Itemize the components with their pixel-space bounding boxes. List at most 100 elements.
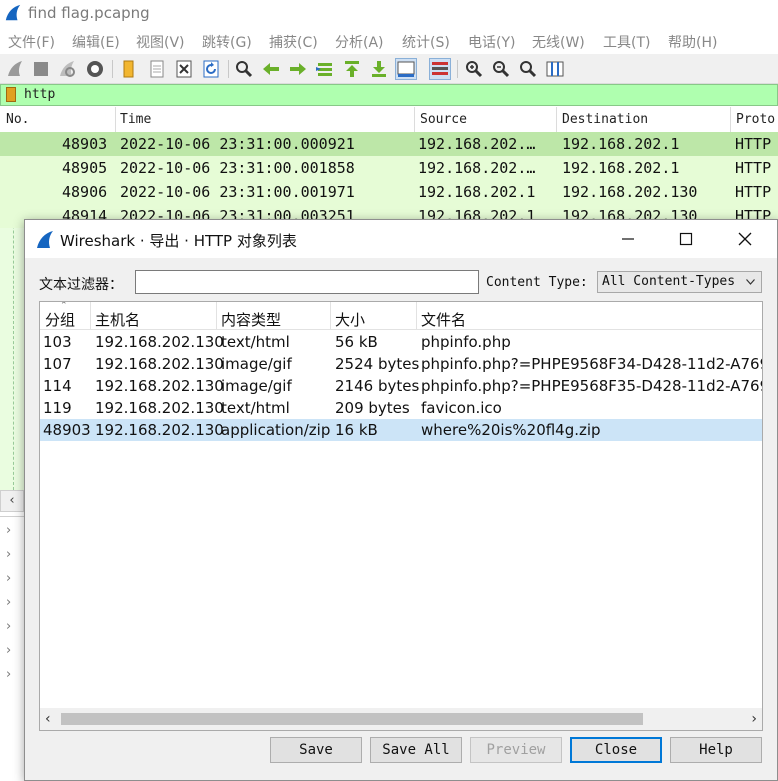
capture-options-icon[interactable]: [84, 58, 106, 80]
packet-row[interactable]: 48905 2022-10-06 23:31:00.001858 192.168…: [0, 156, 778, 180]
display-filter-input[interactable]: http: [24, 87, 55, 102]
find-icon[interactable]: [233, 58, 255, 80]
column-header-filename[interactable]: 文件名: [421, 309, 466, 330]
zoom-out-icon[interactable]: [490, 58, 512, 80]
menu-view[interactable]: 视图(V): [136, 32, 185, 52]
column-header-packet[interactable]: 分组: [45, 309, 75, 330]
maximize-icon[interactable]: [663, 220, 709, 258]
expand-chevron-icon[interactable]: ›: [6, 643, 11, 658]
packet-row[interactable]: 48903 2022-10-06 23:31:00.000921 192.168…: [0, 132, 778, 156]
goto-packet-icon[interactable]: [314, 58, 336, 80]
http-object-row[interactable]: 107 192.168.202.130 image/gif 2524 bytes…: [40, 353, 762, 375]
file-icon[interactable]: [146, 58, 168, 80]
packet-no: 48906: [62, 183, 108, 201]
forward-icon[interactable]: [287, 58, 309, 80]
close-button[interactable]: Close: [570, 737, 662, 763]
object-packet: 114: [43, 377, 72, 395]
bookmark-icon[interactable]: [6, 87, 16, 102]
content-type-select[interactable]: All Content-Types: [597, 271, 762, 293]
expand-chevron-icon[interactable]: ›: [6, 547, 11, 562]
start-capture-icon[interactable]: [4, 58, 26, 80]
menu-statistics[interactable]: 统计(S): [402, 32, 450, 52]
packet-destination: 192.168.202.130: [562, 183, 698, 201]
menu-help[interactable]: 帮助(H): [668, 32, 717, 52]
menu-tools[interactable]: 工具(T): [603, 32, 650, 52]
expand-chevron-icon[interactable]: ›: [6, 571, 11, 586]
packet-time: 2022-10-06 23:31:00.000921: [120, 135, 355, 153]
packet-time: 2022-10-06 23:31:00.001858: [120, 159, 355, 177]
http-object-row[interactable]: 119 192.168.202.130 text/html 209 bytes …: [40, 397, 762, 419]
colorize-icon[interactable]: [429, 58, 451, 80]
text-filter-input[interactable]: [135, 270, 479, 294]
scroll-right-icon[interactable]: ›: [751, 711, 757, 727]
close-file-icon[interactable]: [173, 58, 195, 80]
minimize-icon[interactable]: [605, 220, 651, 258]
packet-protocol: HTTP: [735, 159, 772, 177]
stop-capture-icon[interactable]: [30, 58, 52, 80]
open-file-icon[interactable]: [118, 58, 140, 80]
menu-telephony[interactable]: 电话(Y): [468, 32, 515, 52]
packet-details-pane: › › › › › › ›: [0, 516, 26, 781]
menu-analyze[interactable]: 分析(A): [335, 32, 384, 52]
packet-time: 2022-10-06 23:31:00.001971: [120, 183, 355, 201]
http-object-row-selected[interactable]: 48903 192.168.202.130 application/zip 16…: [40, 419, 762, 441]
packet-list-scroll-left[interactable]: ‹: [0, 490, 24, 512]
packet-list-header: No. Time Source Destination Proto: [0, 107, 778, 133]
packet-no: 48905: [62, 159, 108, 177]
normal-size-icon[interactable]: [517, 58, 539, 80]
wireshark-fin-icon: [37, 231, 53, 248]
first-packet-icon[interactable]: [341, 58, 363, 80]
save-button[interactable]: Save: [270, 737, 362, 763]
horizontal-scrollbar[interactable]: ‹ ›: [40, 708, 762, 730]
expand-chevron-icon[interactable]: ›: [6, 667, 11, 682]
restart-capture-icon[interactable]: [56, 58, 78, 80]
dialog-title: Wireshark · 导出 · HTTP 对象列表: [60, 232, 297, 250]
column-header-time[interactable]: Time: [120, 112, 151, 127]
scrollbar-thumb[interactable]: [61, 713, 643, 725]
object-host: 192.168.202.130: [95, 421, 224, 439]
zoom-in-icon[interactable]: [463, 58, 485, 80]
object-host: 192.168.202.130: [95, 399, 224, 417]
display-filter-bar[interactable]: http: [0, 84, 778, 106]
expand-chevron-icon[interactable]: ›: [6, 595, 11, 610]
packet-row[interactable]: 48906 2022-10-06 23:31:00.001971 192.168…: [0, 180, 778, 204]
back-icon[interactable]: [260, 58, 282, 80]
packet-source: 192.168.202.1: [418, 183, 536, 201]
window-title: find flag.pcapng: [28, 4, 150, 22]
menu-go[interactable]: 跳转(G): [202, 32, 252, 52]
save-all-button[interactable]: Save All: [370, 737, 462, 763]
reload-icon[interactable]: [200, 58, 222, 80]
object-type: image/gif: [221, 355, 292, 373]
column-header-destination[interactable]: Destination: [562, 112, 648, 127]
menu-wireless[interactable]: 无线(W): [532, 32, 585, 52]
object-size: 56 kB: [335, 333, 378, 351]
expand-chevron-icon[interactable]: ›: [6, 619, 11, 634]
http-object-row[interactable]: 103 192.168.202.130 text/html 56 kB phpi…: [40, 331, 762, 353]
text-filter-label: 文本过滤器：: [39, 277, 123, 293]
column-header-source[interactable]: Source: [420, 112, 467, 127]
object-host: 192.168.202.130: [95, 377, 224, 395]
dialog-title-bar: Wireshark · 导出 · HTTP 对象列表: [25, 220, 777, 258]
content-type-label: Content Type:: [486, 275, 588, 290]
packet-source: 192.168.202.…: [418, 135, 536, 153]
object-packet: 48903: [43, 421, 91, 439]
autoscroll-icon[interactable]: [395, 58, 417, 80]
wireshark-fin-icon: [5, 4, 21, 21]
menu-edit[interactable]: 编辑(E): [72, 32, 120, 52]
menu-file[interactable]: 文件(F): [8, 32, 55, 52]
close-icon[interactable]: [722, 220, 768, 258]
column-header-protocol[interactable]: Proto: [736, 112, 775, 127]
column-header-size[interactable]: 大小: [335, 309, 365, 330]
preview-button[interactable]: Preview: [470, 737, 562, 763]
expand-chevron-icon[interactable]: ›: [6, 523, 11, 538]
http-object-row[interactable]: 114 192.168.202.130 image/gif 2146 bytes…: [40, 375, 762, 397]
resize-columns-icon[interactable]: [544, 58, 566, 80]
help-button[interactable]: Help: [670, 737, 762, 763]
column-header-content-type[interactable]: 内容类型: [221, 309, 281, 330]
last-packet-icon[interactable]: [368, 58, 390, 80]
column-header-hostname[interactable]: 主机名: [95, 309, 140, 330]
scroll-left-icon[interactable]: ‹: [45, 711, 51, 727]
object-size: 209 bytes: [335, 399, 410, 417]
column-header-no[interactable]: No.: [6, 112, 29, 127]
menu-capture[interactable]: 捕获(C): [269, 32, 318, 52]
